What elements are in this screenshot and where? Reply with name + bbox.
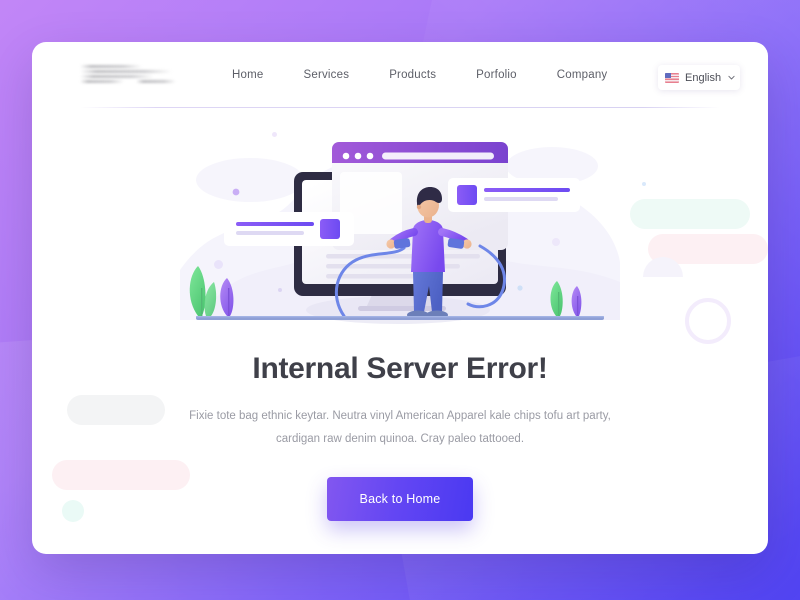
decor-ring-purple [685,298,731,344]
navbar-divider [80,107,720,108]
decor-pill-pink-right [648,234,768,264]
brand-logo[interactable] [80,64,176,86]
server-error-illustration [180,120,620,348]
page-description: Fixie tote bag ethnic keytar. Neutra vin… [189,410,611,445]
logo-blur-bar [80,70,172,73]
page-title: Internal Server Error! [252,352,548,385]
nav-link-services[interactable]: Services [303,69,349,81]
nav-link-company[interactable]: Company [557,69,608,81]
decor-pill-teal-right [630,199,750,229]
chevron-down-icon [728,75,735,80]
content-card: Home Services Products Porfolio Company … [32,42,768,554]
language-selector-value: English [685,71,722,84]
nav-link-home[interactable]: Home [232,69,263,81]
nav-link-portfolio[interactable]: Porfolio [476,69,517,81]
page-background: Home Services Products Porfolio Company … [0,0,800,600]
navbar: Home Services Products Porfolio Company … [32,42,768,108]
logo-blur-bar [136,80,176,83]
us-flag-icon [665,72,679,83]
decor-dot-d [642,182,646,186]
back-to-home-button[interactable]: Back to Home [327,477,473,521]
logo-blur-bar [80,65,142,68]
language-selector[interactable]: English [658,65,740,90]
logo-blur-bar [80,75,154,78]
nav-link-products[interactable]: Products [389,69,436,81]
logo-blur-bar [80,80,124,83]
decor-cloud-right [643,257,683,277]
error-copy-block: Internal Server Error! Fixie tote bag et… [32,352,768,521]
primary-navigation: Home Services Products Porfolio Company [232,42,607,108]
